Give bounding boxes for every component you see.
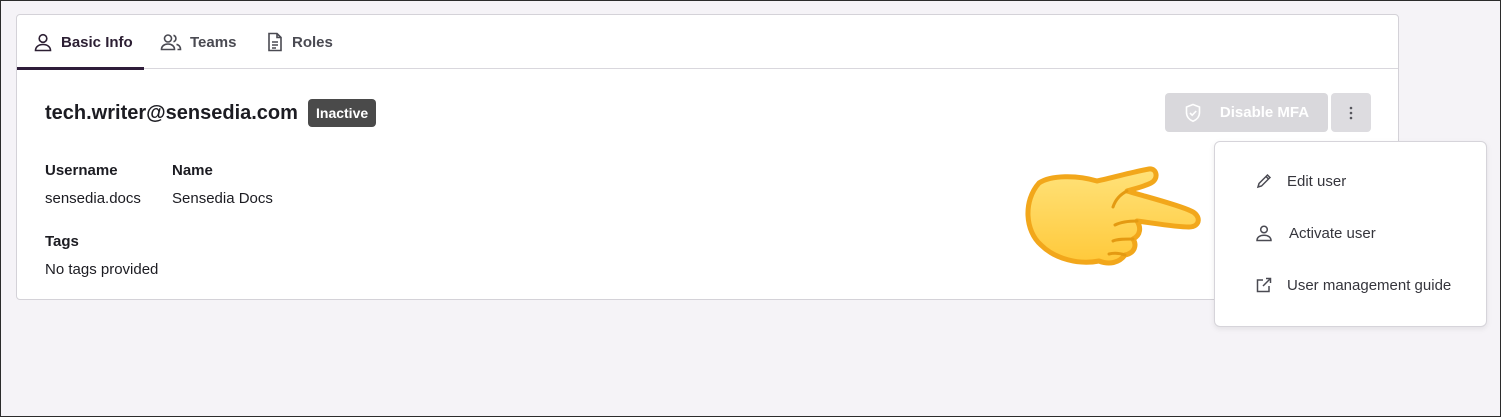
disable-mfa-button[interactable]: Disable MFA bbox=[1165, 93, 1328, 132]
name-label: Name bbox=[172, 162, 213, 179]
user-email: tech.writer@sensedia.com bbox=[45, 102, 298, 124]
pointing-hand-icon bbox=[1025, 166, 1201, 266]
menu-item-label: Activate user bbox=[1289, 224, 1376, 242]
name-value: Sensedia Docs bbox=[172, 190, 273, 207]
tab-label: Roles bbox=[292, 33, 333, 51]
menu-item-label: Edit user bbox=[1287, 172, 1347, 190]
document-icon bbox=[268, 32, 282, 52]
tags-value: No tags provided bbox=[45, 261, 159, 278]
more-options-button[interactable] bbox=[1331, 93, 1371, 132]
disable-mfa-label: Disable MFA bbox=[1219, 104, 1310, 121]
tab-basic-info[interactable]: Basic Info bbox=[17, 15, 144, 70]
menu-item-label: User management guide bbox=[1287, 276, 1452, 294]
shield-check-icon bbox=[1185, 103, 1201, 122]
users-icon bbox=[160, 34, 182, 51]
tab-label: Teams bbox=[190, 33, 237, 51]
more-vertical-icon bbox=[1349, 106, 1353, 119]
user-icon bbox=[34, 33, 52, 52]
tab-roles[interactable]: Roles bbox=[266, 15, 333, 69]
tab-label: Basic Info bbox=[61, 33, 133, 51]
username-value: sensedia.docs bbox=[45, 190, 141, 207]
status-badge: Inactive bbox=[308, 99, 377, 127]
user-actions-menu: Edit user Activate user User management … bbox=[1214, 141, 1487, 327]
tab-bar: Basic Info Teams Roles bbox=[17, 15, 1398, 70]
menu-item-activate-user[interactable]: Activate user bbox=[1215, 213, 1486, 253]
menu-item-user-management-guide[interactable]: User management guide bbox=[1215, 265, 1486, 305]
tab-teams[interactable]: Teams bbox=[160, 15, 236, 69]
username-label: Username bbox=[45, 162, 118, 179]
tags-label: Tags bbox=[45, 233, 79, 250]
user-icon bbox=[1256, 225, 1272, 242]
external-link-icon bbox=[1256, 277, 1272, 293]
pencil-icon bbox=[1256, 173, 1272, 189]
menu-item-edit-user[interactable]: Edit user bbox=[1215, 161, 1486, 201]
